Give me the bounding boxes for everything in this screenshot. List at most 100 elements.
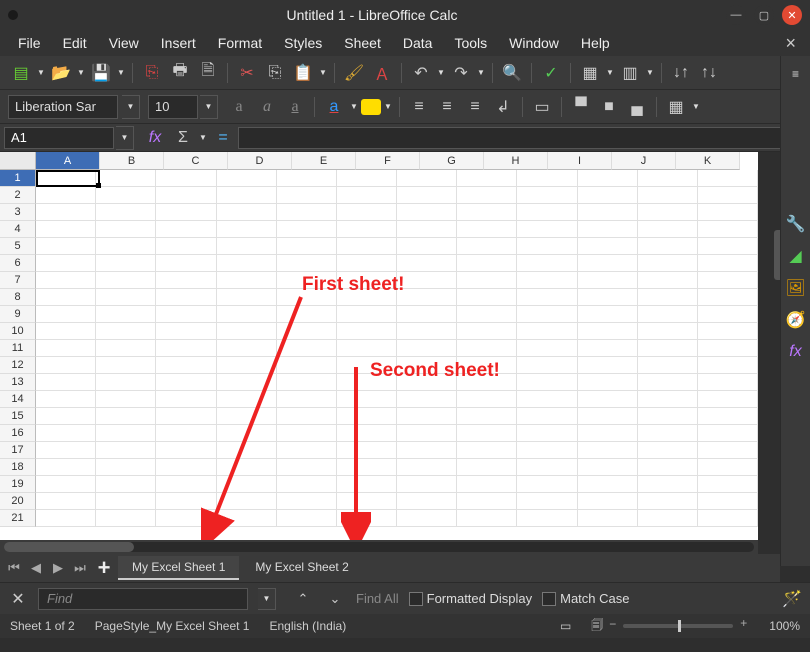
cell[interactable] xyxy=(638,306,698,323)
open-icon[interactable]: 📂 xyxy=(48,60,74,86)
cell[interactable] xyxy=(457,170,517,187)
cell[interactable] xyxy=(36,323,96,340)
name-box-dropdown[interactable]: ▼ xyxy=(116,126,134,150)
column-header[interactable]: I xyxy=(548,152,612,170)
cell[interactable] xyxy=(517,374,577,391)
cell[interactable] xyxy=(698,374,758,391)
cell[interactable] xyxy=(457,357,517,374)
cell[interactable] xyxy=(578,187,638,204)
zoom-value[interactable]: 100% xyxy=(769,619,800,633)
cell[interactable] xyxy=(578,442,638,459)
cell[interactable] xyxy=(96,476,156,493)
sort-asc-icon[interactable]: ↓↑ xyxy=(668,60,694,86)
spreadsheet-grid[interactable]: 1 2 3 4 5 6 7 8 9 10 11 12 13 14 15 16 1… xyxy=(0,152,758,540)
cell[interactable] xyxy=(36,221,96,238)
row-header[interactable]: 14 xyxy=(0,391,36,408)
cell[interactable] xyxy=(698,221,758,238)
paste-dropdown[interactable]: ▼ xyxy=(318,68,328,77)
cell[interactable] xyxy=(397,289,457,306)
cell[interactable] xyxy=(397,170,457,187)
menu-tools[interactable]: Tools xyxy=(444,32,497,54)
row-header[interactable]: 1 xyxy=(0,170,36,187)
cell[interactable] xyxy=(698,238,758,255)
cell[interactable] xyxy=(638,289,698,306)
cell[interactable] xyxy=(457,476,517,493)
zoom-slider[interactable] xyxy=(623,624,733,628)
column-header[interactable]: F xyxy=(356,152,420,170)
cell[interactable] xyxy=(638,442,698,459)
highlight-icon[interactable] xyxy=(361,99,381,115)
cell[interactable] xyxy=(217,255,277,272)
cell[interactable] xyxy=(457,238,517,255)
cell[interactable] xyxy=(638,272,698,289)
cell[interactable] xyxy=(578,408,638,425)
cell[interactable] xyxy=(698,306,758,323)
print-icon[interactable]: 🖶 xyxy=(167,60,193,86)
cell[interactable] xyxy=(337,357,397,374)
cell[interactable] xyxy=(277,357,337,374)
cell[interactable] xyxy=(96,493,156,510)
cut-icon[interactable]: ✂ xyxy=(234,60,260,86)
cell[interactable] xyxy=(517,493,577,510)
cell[interactable] xyxy=(337,408,397,425)
row-header[interactable]: 12 xyxy=(0,357,36,374)
cell[interactable] xyxy=(277,476,337,493)
cell[interactable] xyxy=(517,391,577,408)
cell[interactable] xyxy=(698,170,758,187)
save-dropdown[interactable]: ▼ xyxy=(116,68,126,77)
cell[interactable] xyxy=(457,340,517,357)
find-options-icon[interactable]: 🪄 xyxy=(782,589,802,609)
column-header[interactable]: H xyxy=(484,152,548,170)
cell[interactable] xyxy=(517,425,577,442)
cell[interactable] xyxy=(397,255,457,272)
cell[interactable] xyxy=(457,323,517,340)
cell[interactable] xyxy=(517,357,577,374)
paste-icon[interactable]: 📋 xyxy=(290,60,316,86)
cell[interactable] xyxy=(397,510,457,527)
merge-icon[interactable]: ▭ xyxy=(529,94,555,120)
tab-first-icon[interactable]: ⏮ xyxy=(4,558,24,578)
close-findbar-icon[interactable]: ✕ xyxy=(8,589,28,609)
cell[interactable] xyxy=(397,493,457,510)
cell[interactable] xyxy=(217,442,277,459)
cell[interactable] xyxy=(578,238,638,255)
row-header[interactable]: 8 xyxy=(0,289,36,306)
menu-file[interactable]: File xyxy=(8,32,51,54)
cell[interactable] xyxy=(698,340,758,357)
cell[interactable] xyxy=(578,170,638,187)
row-header[interactable]: 19 xyxy=(0,476,36,493)
cell[interactable] xyxy=(156,306,216,323)
cell[interactable] xyxy=(457,459,517,476)
cell[interactable] xyxy=(698,408,758,425)
tab-last-icon[interactable]: ⏭ xyxy=(70,558,90,578)
find-dropdown[interactable]: ▼ xyxy=(258,588,276,610)
cell[interactable] xyxy=(96,255,156,272)
cell[interactable] xyxy=(156,289,216,306)
cell[interactable] xyxy=(397,306,457,323)
cell[interactable] xyxy=(457,391,517,408)
cell[interactable] xyxy=(217,323,277,340)
cell[interactable] xyxy=(156,510,216,527)
app-menu-dot[interactable] xyxy=(8,10,18,20)
cell[interactable] xyxy=(156,272,216,289)
italic-icon[interactable]: a xyxy=(254,94,280,120)
cell[interactable] xyxy=(517,459,577,476)
cell[interactable] xyxy=(517,476,577,493)
cell[interactable] xyxy=(277,340,337,357)
cell[interactable] xyxy=(217,289,277,306)
cell[interactable] xyxy=(638,187,698,204)
status-language[interactable]: English (India) xyxy=(269,619,346,633)
cell[interactable] xyxy=(457,408,517,425)
cell[interactable] xyxy=(277,323,337,340)
cell[interactable] xyxy=(36,374,96,391)
column-header[interactable]: B xyxy=(100,152,164,170)
font-name-dropdown[interactable]: ▼ xyxy=(122,95,140,119)
menu-sheet[interactable]: Sheet xyxy=(334,32,391,54)
row-header[interactable]: 9 xyxy=(0,306,36,323)
row-header[interactable]: 10 xyxy=(0,323,36,340)
cell[interactable] xyxy=(517,204,577,221)
cell[interactable] xyxy=(217,238,277,255)
cell[interactable] xyxy=(36,442,96,459)
properties-panel-icon[interactable]: 🔧 xyxy=(784,212,808,236)
cell[interactable] xyxy=(217,374,277,391)
